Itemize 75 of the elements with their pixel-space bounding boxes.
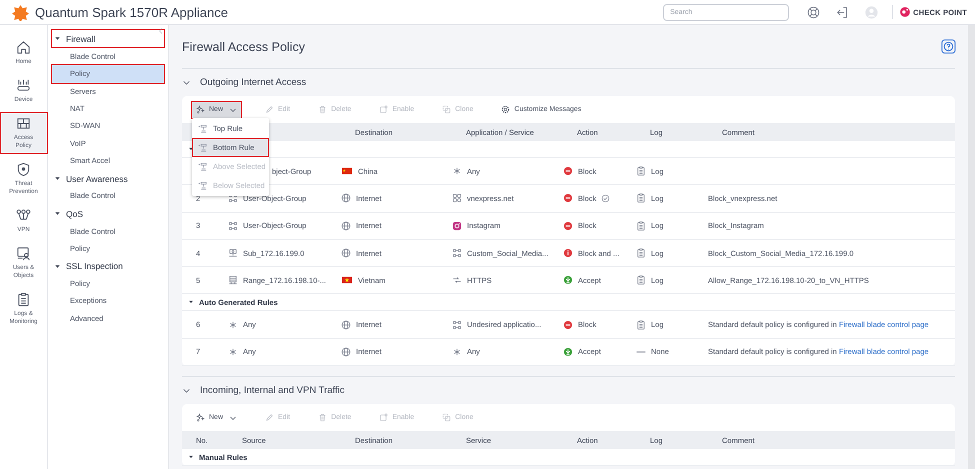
rule-icon bbox=[198, 180, 208, 190]
block-icon bbox=[563, 320, 573, 330]
rule-icon bbox=[198, 142, 208, 152]
accept-icon bbox=[563, 346, 573, 357]
grid-icon bbox=[16, 116, 31, 131]
globe-icon bbox=[341, 220, 351, 231]
group-icon bbox=[452, 248, 462, 258]
flag-icon bbox=[341, 275, 353, 286]
section-title: Outgoing Internet Access bbox=[200, 77, 306, 88]
globe-icon bbox=[341, 248, 351, 258]
rule-icon bbox=[198, 124, 208, 134]
globe-icon bbox=[341, 193, 351, 204]
triangle-icon[interactable] bbox=[188, 454, 194, 460]
globe-icon bbox=[341, 346, 351, 357]
pencil-icon bbox=[265, 105, 274, 114]
info-icon bbox=[563, 248, 573, 258]
block-icon bbox=[563, 193, 573, 204]
asterisk-icon bbox=[228, 320, 238, 330]
clipboard-icon bbox=[636, 320, 646, 330]
app-title: Quantum Spark 1570R Appliance bbox=[35, 4, 228, 20]
sparkle-icon bbox=[196, 105, 205, 114]
group-icon bbox=[452, 320, 462, 330]
brand-icon bbox=[899, 6, 912, 18]
clipboard-icon bbox=[636, 166, 646, 176]
nav-section[interactable]: User Awareness bbox=[52, 170, 164, 188]
copy-icon bbox=[442, 413, 452, 422]
logout-icon[interactable] bbox=[836, 6, 850, 18]
block-icon bbox=[563, 166, 573, 176]
triangle-icon[interactable] bbox=[188, 299, 194, 306]
asterisk-icon bbox=[452, 166, 462, 176]
nav-section-label: User Awareness bbox=[66, 174, 128, 184]
device-icon bbox=[16, 78, 31, 93]
shield-icon bbox=[16, 162, 31, 177]
page-title: Firewall Access Policy bbox=[182, 40, 305, 54]
accept-icon bbox=[563, 275, 573, 286]
sparkle-icon bbox=[196, 413, 205, 422]
square-icon bbox=[379, 105, 388, 114]
section-title: Incoming, Internal and VPN Traffic bbox=[200, 385, 345, 396]
help-icon[interactable] bbox=[941, 39, 956, 54]
clipboard-icon bbox=[636, 193, 646, 204]
arrows-icon bbox=[452, 275, 462, 286]
help-icon[interactable] bbox=[807, 6, 820, 18]
nav-section[interactable]: Firewall bbox=[52, 30, 164, 47]
users-icon bbox=[16, 246, 31, 261]
nav-section[interactable]: QoS bbox=[52, 205, 164, 222]
asterisk-icon bbox=[452, 346, 462, 357]
nav-section-label: QoS bbox=[66, 208, 84, 219]
logo-icon bbox=[12, 4, 29, 20]
home-icon bbox=[16, 40, 31, 55]
rule-icon bbox=[198, 162, 208, 172]
triangle-icon bbox=[54, 35, 61, 42]
nav-section-label: SSL Inspection bbox=[66, 261, 123, 272]
triangle-icon bbox=[54, 175, 61, 182]
apps-icon bbox=[452, 193, 462, 204]
settings-icon bbox=[501, 105, 510, 114]
camera-icon bbox=[452, 220, 462, 231]
block-icon bbox=[563, 220, 573, 231]
nav-section-label: Firewall bbox=[66, 34, 96, 44]
clipboard-icon bbox=[636, 275, 646, 286]
pencil-icon bbox=[265, 413, 274, 422]
group-icon bbox=[228, 220, 238, 231]
triangle-icon bbox=[54, 262, 61, 270]
trash-icon bbox=[318, 105, 328, 114]
trash-icon bbox=[318, 413, 328, 422]
copy-icon bbox=[442, 105, 452, 114]
clipboard-icon bbox=[16, 292, 31, 307]
globe-icon bbox=[341, 320, 351, 330]
nav-section[interactable]: SSL Inspection bbox=[52, 258, 164, 275]
flag-icon bbox=[341, 166, 353, 176]
triangle-icon bbox=[54, 210, 61, 218]
clipboard-icon bbox=[636, 220, 646, 231]
collapse-icon[interactable] bbox=[157, 27, 165, 35]
square-icon bbox=[379, 413, 388, 422]
asterisk-icon bbox=[228, 346, 238, 357]
clipboard-icon bbox=[636, 248, 646, 258]
